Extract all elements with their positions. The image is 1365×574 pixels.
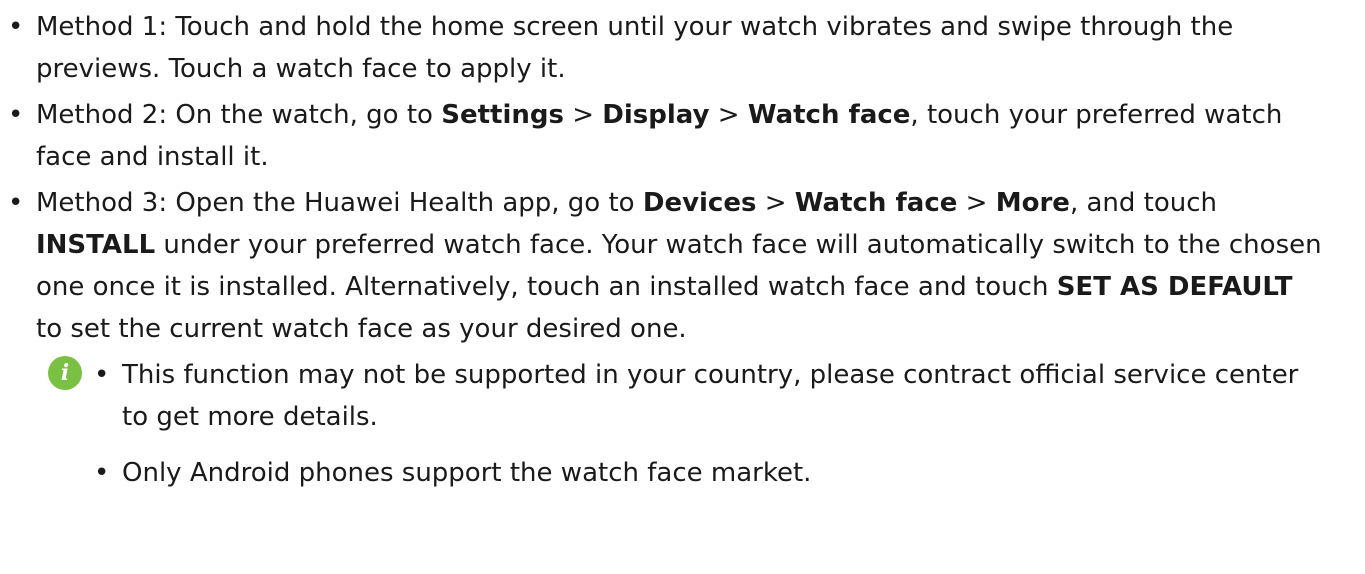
text-segment: , and touch [1069, 188, 1217, 218]
watch-face-label: Watch face [747, 100, 911, 130]
text-segment: Method 2: On the watch, go to [36, 100, 442, 130]
bullet: • [94, 360, 110, 390]
install-label: INSTALL [36, 230, 156, 260]
note-item: • Only Android phones support the watch … [0, 452, 1312, 494]
list-item-method-2: • Method 2: On the watch, go to Settings… [0, 94, 1326, 178]
note-text: This function may not be supported in yo… [122, 360, 1299, 432]
method-1-text: Method 1: Touch and hold the home screen… [36, 12, 1234, 84]
list-item-method-3: • Method 3: Open the Huawei Health app, … [0, 182, 1326, 350]
bullet: • [94, 458, 110, 488]
bullet: • [8, 12, 24, 42]
text-segment: to set the current watch face as your de… [36, 314, 687, 344]
document-body: • Method 1: Touch and hold the home scre… [0, 6, 1365, 508]
note-block: i • This function may not be supported i… [0, 354, 1365, 494]
text-segment: > [756, 188, 795, 218]
watch-face-label: Watch face [794, 188, 958, 218]
text-segment: Method 3: Open the Huawei Health app, go… [36, 188, 643, 218]
method-3-text: Method 3: Open the Huawei Health app, go… [36, 188, 1322, 344]
devices-label: Devices [642, 188, 757, 218]
settings-label: Settings [441, 100, 564, 130]
bullet: • [8, 100, 24, 130]
list-item-method-1: • Method 1: Touch and hold the home scre… [0, 6, 1326, 90]
note-text: Only Android phones support the watch fa… [122, 458, 812, 488]
more-label: More [995, 188, 1070, 218]
bullet: • [8, 188, 24, 218]
display-label: Display [602, 100, 710, 130]
set-as-default-label: SET AS DEFAULT [1056, 272, 1293, 302]
text-segment: > [563, 100, 603, 130]
note-item: • This function may not be supported in … [0, 354, 1312, 438]
method-2-text: Method 2: On the watch, go to Settings >… [36, 100, 1282, 172]
text-segment: > [957, 188, 996, 218]
text-segment: > [709, 100, 748, 130]
